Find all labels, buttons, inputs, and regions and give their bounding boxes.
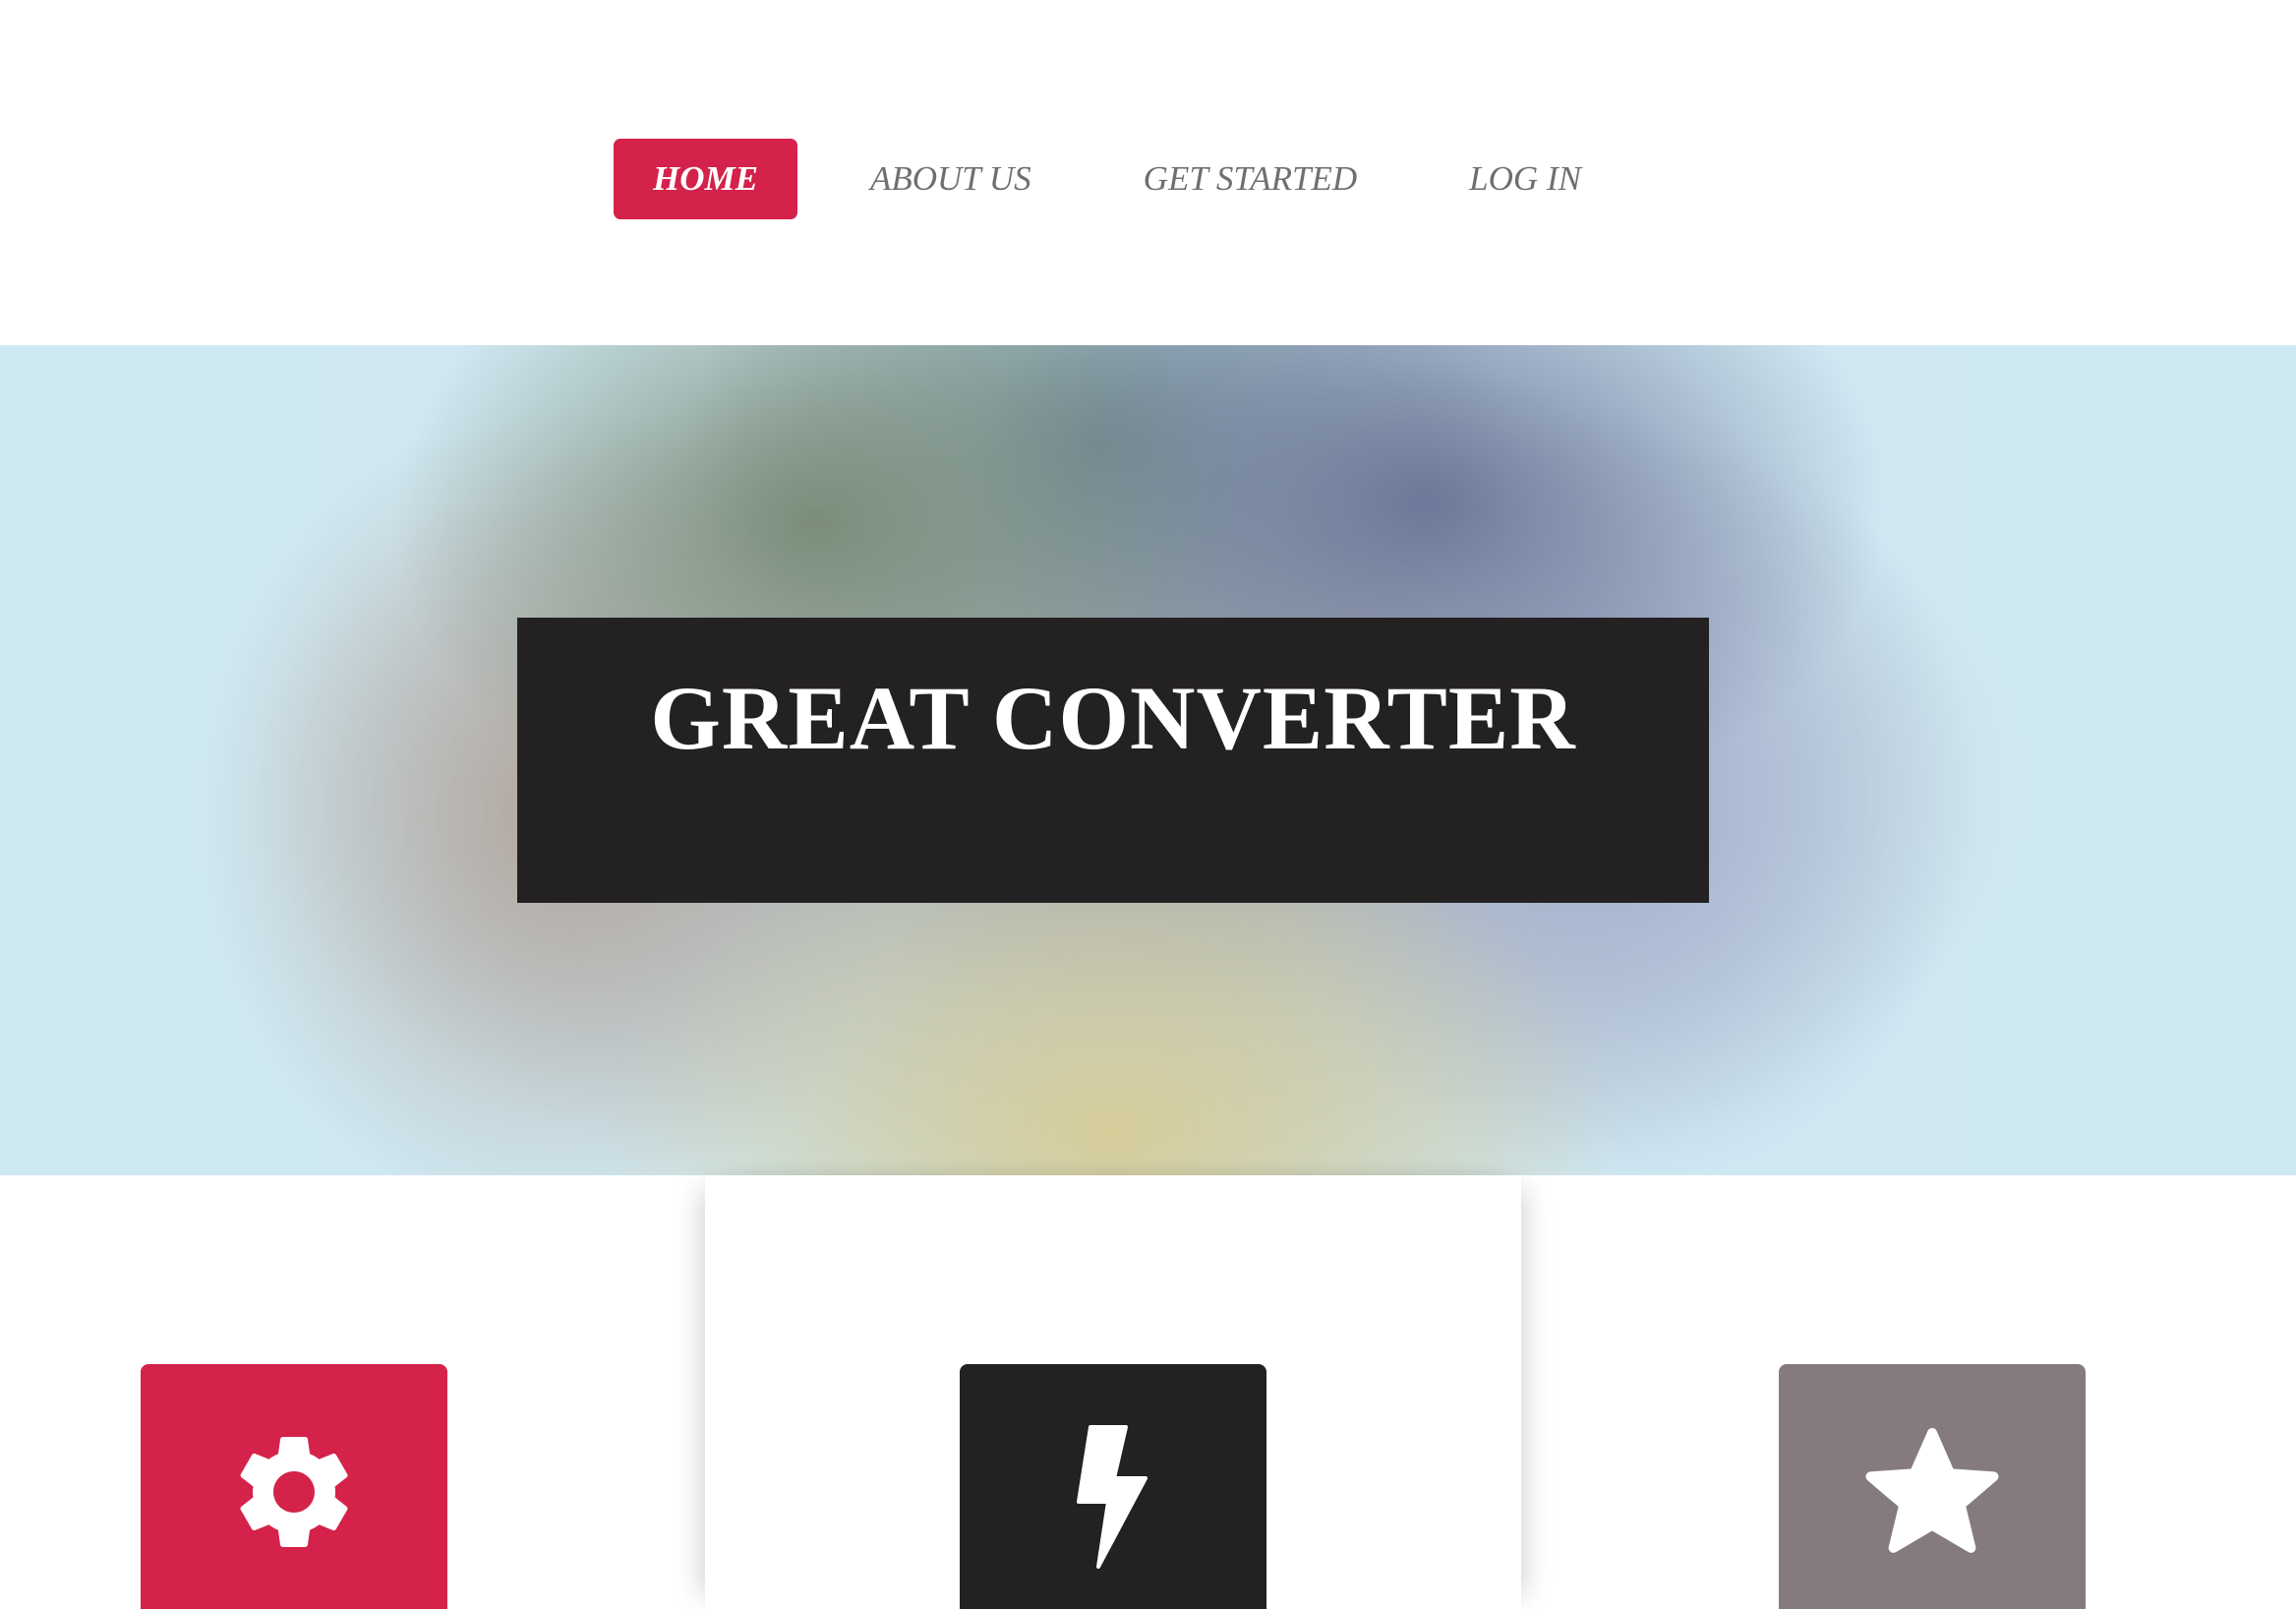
feature-badge-star	[1779, 1364, 2086, 1609]
nav-item-about-us[interactable]: ABOUT US	[831, 139, 1071, 219]
nav-item-get-started[interactable]: GET STARTED	[1104, 139, 1397, 219]
star-icon	[1865, 1428, 1999, 1553]
features-section	[0, 1175, 2296, 1609]
top-navigation: HOME ABOUT US GET STARTED LOG IN	[0, 0, 2296, 345]
feature-column-1	[0, 1175, 705, 1609]
feature-badge-lightning	[960, 1364, 1266, 1609]
hero-title: GREAT CONVERTER	[650, 668, 1576, 768]
lightning-bolt-icon	[1077, 1425, 1148, 1569]
hero-title-box: GREAT CONVERTER	[517, 618, 1709, 903]
feature-badge-gear	[141, 1364, 447, 1609]
hero-banner: GREAT CONVERTER	[0, 345, 2296, 1175]
gear-icon	[240, 1437, 348, 1547]
page: HOME ABOUT US GET STARTED LOG IN GREAT C…	[0, 0, 2296, 1609]
nav-item-home[interactable]: HOME	[614, 139, 797, 219]
feature-column-2	[705, 1175, 1521, 1609]
feature-column-3	[1521, 1175, 2296, 1609]
nav-menu: HOME ABOUT US GET STARTED LOG IN	[614, 139, 1654, 219]
nav-item-log-in[interactable]: LOG IN	[1430, 139, 1620, 219]
